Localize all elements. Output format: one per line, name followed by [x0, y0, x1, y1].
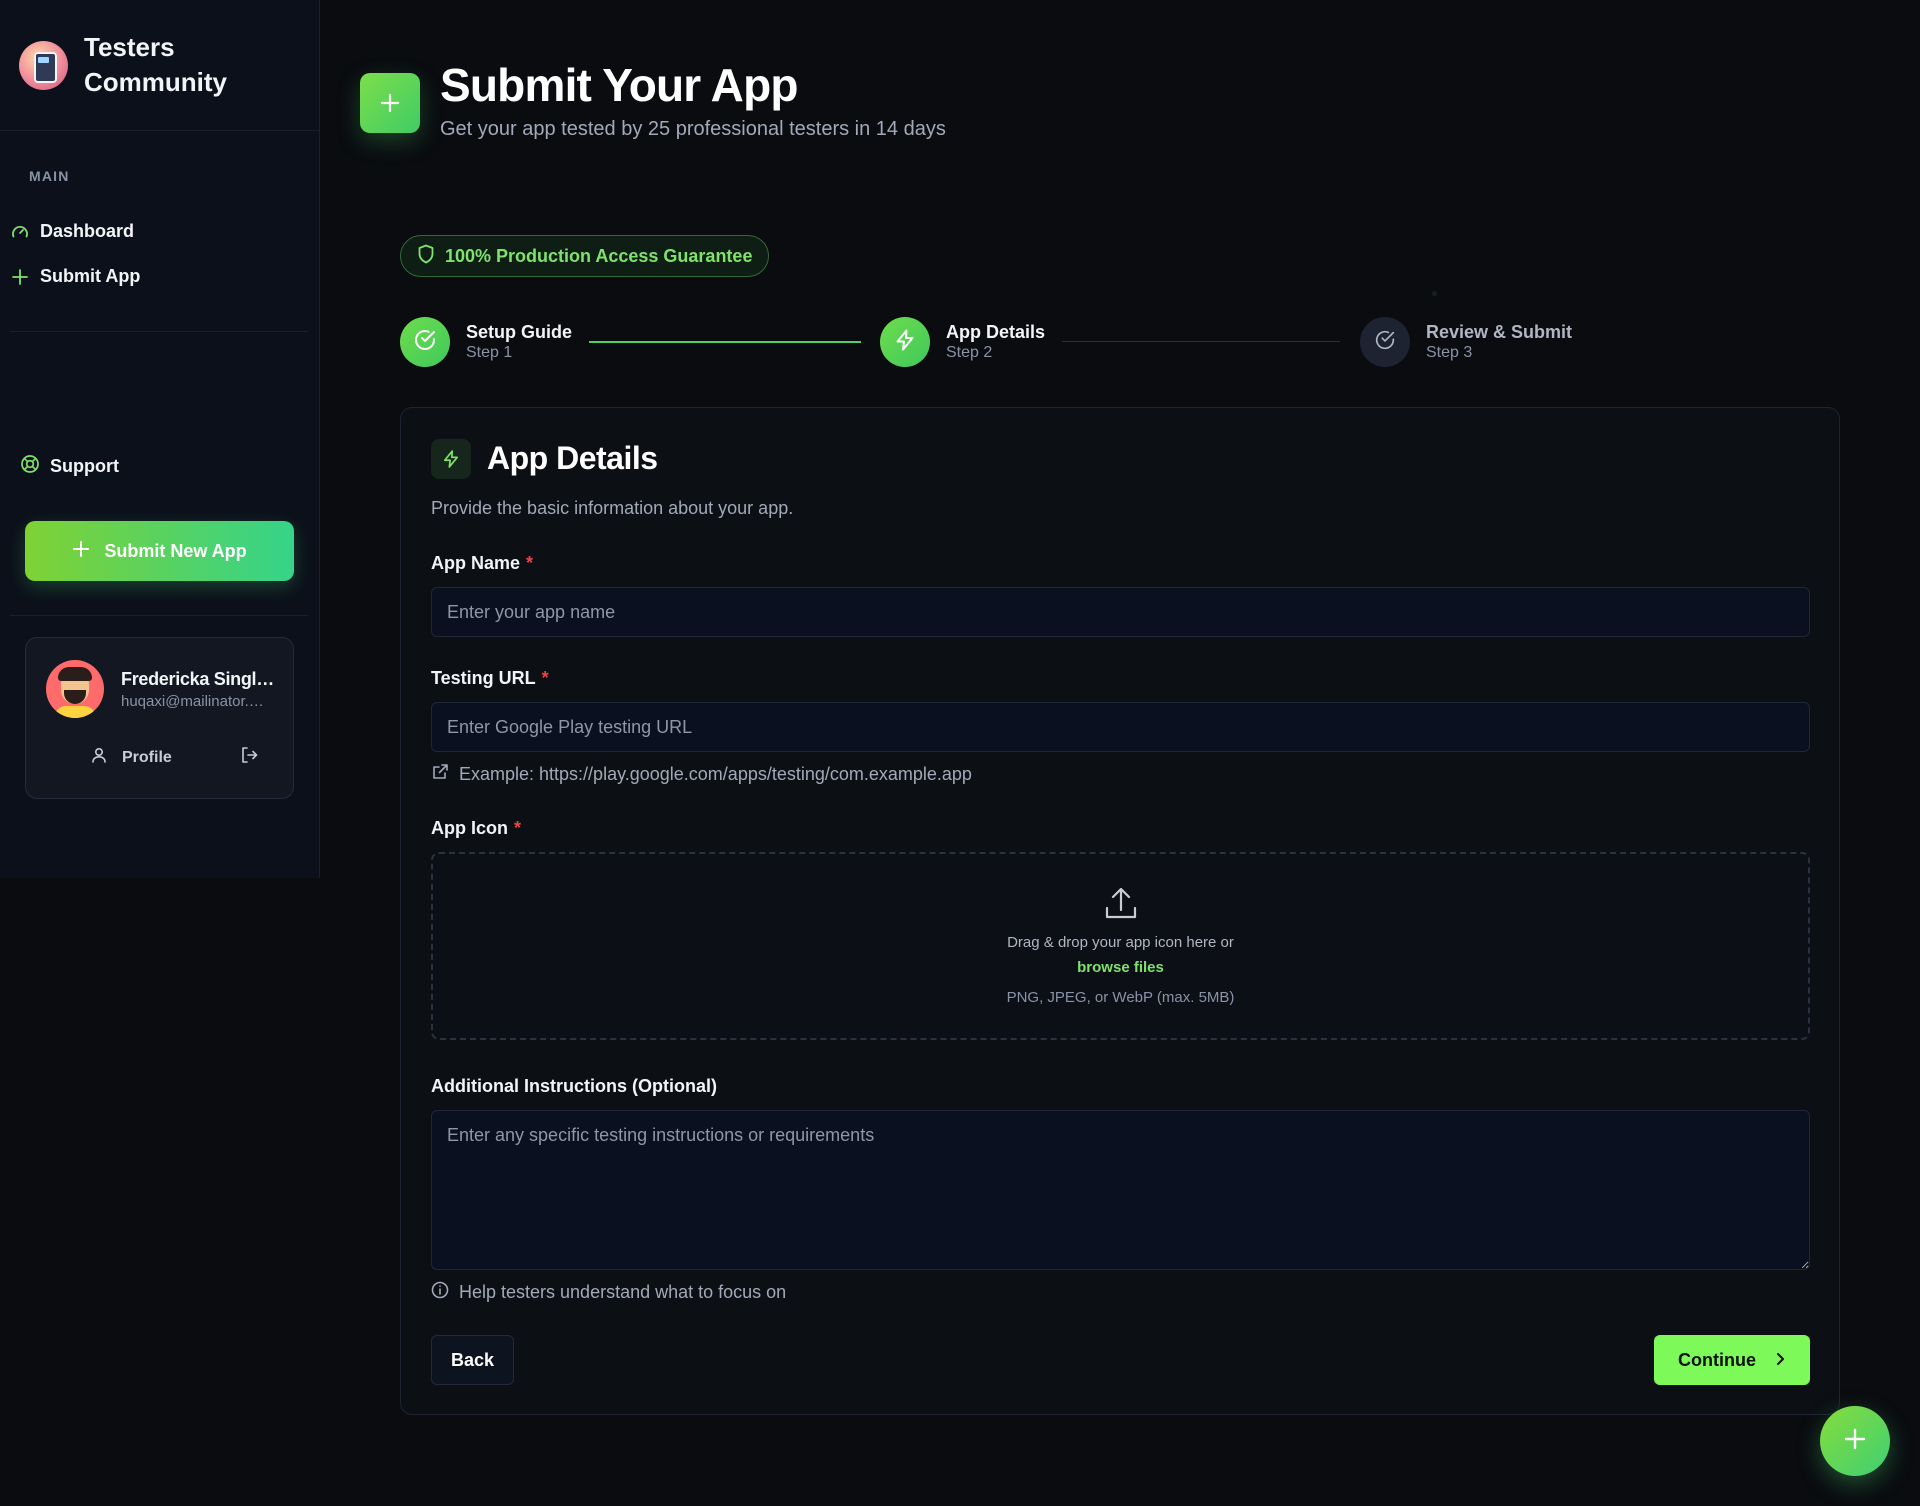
brand[interactable]: Testers Community: [0, 0, 319, 131]
profile-label: Profile: [122, 748, 172, 766]
step-connector-pending: [1062, 341, 1340, 342]
app-name-label: App Name *: [431, 553, 533, 574]
check-circle-icon: [1373, 328, 1397, 357]
plus-icon: [72, 540, 90, 563]
step-circle-done: [400, 317, 450, 367]
step-review-submit[interactable]: Review & Submit Step 3: [1360, 317, 1572, 367]
user-icon: [90, 746, 108, 769]
testing-url-hint-text: Example: https://play.google.com/apps/te…: [459, 764, 972, 784]
continue-button[interactable]: Continue: [1654, 1335, 1810, 1385]
sidebar-item-label: Submit App: [40, 266, 141, 286]
app-root: Testers Community MAIN Dashboard Submit …: [0, 0, 1920, 1506]
check-circle-icon: [412, 327, 438, 358]
step-app-details[interactable]: App Details Step 2: [880, 317, 1045, 367]
testing-url-hint: Example: https://play.google.com/apps/te…: [431, 763, 972, 786]
lifebuoy-icon: [20, 454, 40, 479]
floating-add-button[interactable]: [1820, 1406, 1890, 1476]
decorative-dot: [1432, 291, 1437, 296]
brand-name-line1: Testers: [84, 32, 175, 62]
step-sub: Step 1: [466, 344, 513, 361]
app-icon-dropzone[interactable]: Drag & drop your app icon here or browse…: [431, 852, 1810, 1040]
submit-new-app-button[interactable]: Submit New App: [25, 521, 294, 581]
step-setup-guide[interactable]: Setup Guide Step 1: [400, 317, 572, 367]
step-circle-active: [880, 317, 930, 367]
step-circle-pending: [1360, 317, 1410, 367]
gauge-icon: [10, 222, 30, 242]
instructions-label: Additional Instructions (Optional): [431, 1076, 717, 1096]
info-icon: [431, 1281, 449, 1304]
step-title: Review & Submit: [1426, 322, 1573, 342]
sidebar-divider: [10, 615, 308, 616]
step-title: Setup Guide: [466, 322, 573, 342]
user-card: Fredericka Singleton huqaxi@mailinator.c…: [25, 637, 294, 799]
step-connector-complete: [589, 341, 861, 343]
instructions-hint-text: Help testers understand what to focus on: [459, 1282, 787, 1302]
shield-icon: [417, 244, 435, 269]
sidebar-item-label: Dashboard: [40, 221, 135, 241]
brand-name-line2: Community: [84, 67, 227, 97]
browse-files-link[interactable]: browse files: [433, 959, 1808, 976]
dropzone-formats: PNG, JPEG, or WebP (max. 5MB): [1006, 989, 1235, 1006]
sidebar-item-dashboard[interactable]: Dashboard: [10, 221, 134, 242]
step-sub: Step 2: [946, 344, 993, 361]
required-mark: *: [541, 668, 549, 688]
plus-icon: [10, 267, 30, 287]
bolt-icon: [431, 439, 471, 479]
guarantee-label: 100% Production Access Guarantee: [445, 245, 753, 266]
external-link-icon: [431, 763, 449, 786]
nav-section-label: MAIN: [29, 168, 70, 184]
page-title: Submit Your App: [440, 59, 798, 111]
support-label: Support: [50, 456, 119, 476]
testing-url-label: Testing URL *: [431, 668, 549, 689]
sidebar-item-submit-app[interactable]: Submit App: [10, 266, 140, 287]
card-title: App Details: [487, 440, 658, 476]
testing-url-input[interactable]: [431, 702, 1810, 752]
guarantee-badge: 100% Production Access Guarantee: [400, 235, 770, 277]
testing-url-label-text: Testing URL: [431, 668, 536, 688]
app-name-input[interactable]: [431, 587, 1810, 637]
step-title: App Details: [946, 322, 1046, 342]
bolt-icon: [893, 328, 917, 357]
upload-icon: [1101, 884, 1141, 924]
sidebar-item-support[interactable]: Support: [20, 454, 119, 479]
brand-name: Testers Community: [84, 30, 227, 100]
back-button[interactable]: Back: [431, 1335, 514, 1385]
dropzone-text: Drag & drop your app icon here or: [1007, 934, 1234, 951]
avatar: [46, 660, 104, 718]
card-description: Provide the basic information about your…: [431, 498, 794, 518]
user-email: huqaxi@mailinator.com: [121, 693, 271, 710]
step-sub: Step 3: [1426, 344, 1473, 361]
plus-icon: [1842, 1426, 1868, 1457]
app-icon-label-text: App Icon: [431, 818, 508, 838]
app-name-label-text: App Name: [431, 553, 521, 573]
required-mark: *: [526, 553, 534, 573]
sidebar: Testers Community MAIN Dashboard Submit …: [0, 0, 320, 878]
app-icon-label: App Icon *: [431, 818, 521, 839]
submit-new-app-label: Submit New App: [104, 540, 247, 561]
user-name: Fredericka Singleton: [121, 669, 281, 689]
instructions-textarea[interactable]: [431, 1110, 1810, 1270]
page-subtitle: Get your app tested by 25 professional t…: [440, 118, 946, 140]
chevron-right-icon: [1774, 1350, 1786, 1371]
logout-button[interactable]: [236, 744, 262, 770]
header-plus-icon: [360, 73, 420, 133]
instructions-hint: Help testers understand what to focus on: [431, 1281, 786, 1304]
required-mark: *: [514, 818, 522, 838]
profile-link[interactable]: Profile: [90, 746, 172, 769]
logout-icon: [239, 745, 259, 770]
brand-logo-icon: [19, 40, 68, 90]
continue-label: Continue: [1678, 1349, 1756, 1370]
app-details-card: App Details Provide the basic informatio…: [400, 407, 1840, 1415]
sidebar-divider: [10, 331, 308, 332]
